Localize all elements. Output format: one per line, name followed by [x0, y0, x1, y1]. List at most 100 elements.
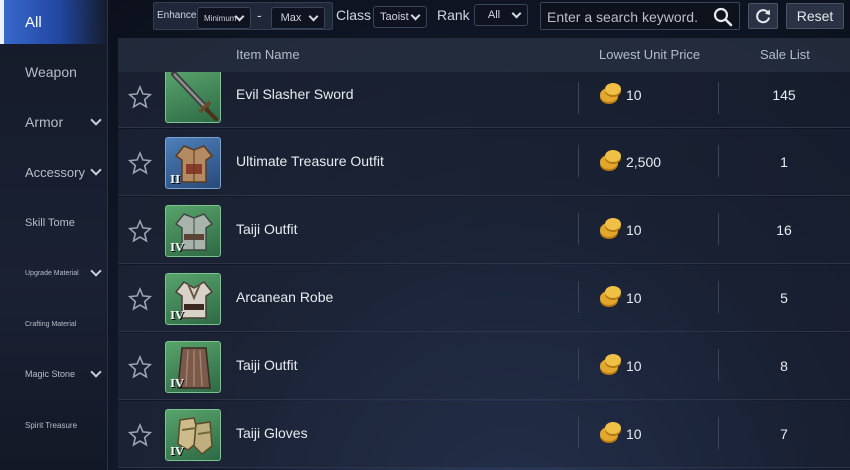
item-tier-badge: II: [170, 173, 181, 186]
chevron-down-icon: [308, 11, 319, 22]
item-name: Ultimate Treasure Outfit: [236, 153, 384, 169]
reset-button-label: Reset: [796, 8, 834, 24]
sidebar-item-label: Weapon: [25, 64, 77, 80]
gold-coin-icon: [600, 286, 621, 307]
item-name: Evil Slasher Sword: [236, 86, 354, 102]
favorite-star-icon[interactable]: [128, 151, 152, 175]
column-divider: [578, 82, 579, 114]
enhance-min-select[interactable]: Minimum: [197, 7, 251, 29]
favorite-star-icon[interactable]: [128, 219, 152, 243]
sidebar-item-label: Skill Tome: [25, 217, 75, 229]
column-divider: [578, 349, 579, 381]
column-divider: [578, 145, 579, 177]
item-name: Taiji Outfit: [236, 357, 298, 373]
gold-coin-icon: [600, 150, 621, 171]
item-tier-badge: IV: [170, 241, 184, 254]
class-value: Taoist: [380, 11, 409, 23]
sidebar-item-all[interactable]: All: [0, 0, 108, 44]
item-thumbnail[interactable]: IV: [165, 273, 221, 325]
column-header-item-name[interactable]: Item Name: [236, 47, 300, 62]
column-divider: [578, 281, 579, 313]
enhance-label: Enhance: [157, 10, 197, 21]
table-header: Item Name Lowest Unit Price Sale List: [118, 38, 850, 72]
column-header-lowest-price[interactable]: Lowest Unit Price: [599, 47, 700, 62]
table-row[interactable]: IV Taiji Gloves 10 7: [118, 401, 850, 468]
table-row[interactable]: IV Taiji Outfit 10 8: [118, 333, 850, 400]
column-divider: [578, 213, 579, 245]
chevron-down-icon: [90, 114, 102, 126]
gold-coin-icon: [600, 218, 621, 239]
table-row[interactable]: IV Arcanean Robe 10 5: [118, 265, 850, 332]
sidebar-item-skill-tome[interactable]: Skill Tome: [0, 208, 108, 238]
chevron-down-icon: [90, 366, 102, 378]
enhance-min-value: Minimum: [204, 13, 237, 23]
rank-label: Rank: [437, 7, 470, 23]
item-thumbnail[interactable]: II: [165, 137, 221, 189]
table-row[interactable]: IV Taiji Outfit 10 16: [118, 197, 850, 264]
rank-value: All: [487, 9, 501, 21]
table-row[interactable]: Evil Slasher Sword 10 145: [118, 72, 850, 128]
sidebar-item-upgrade-material[interactable]: Upgrade Material: [0, 258, 108, 288]
sale-list-count: 145: [772, 87, 796, 103]
lowest-unit-price: 10: [626, 87, 642, 103]
item-thumbnail[interactable]: IV: [165, 341, 221, 393]
item-tier-badge: IV: [170, 309, 184, 322]
favorite-star-icon[interactable]: [128, 355, 152, 379]
sidebar-item-crafting-material[interactable]: Crafting Material: [0, 309, 108, 339]
column-header-sale-list[interactable]: Sale List: [760, 47, 810, 62]
lowest-unit-price: 10: [626, 290, 642, 306]
class-label: Class: [336, 7, 372, 23]
item-thumbnail[interactable]: IV: [165, 409, 221, 461]
chevron-down-icon: [511, 8, 522, 19]
lowest-unit-price: 2,500: [626, 154, 662, 170]
sale-list-count: 1: [780, 154, 788, 170]
sidebar-item-magic-stone[interactable]: Magic Stone: [0, 359, 108, 389]
gold-coin-icon: [600, 83, 621, 104]
sale-list-count: 7: [780, 426, 788, 442]
enhance-max-value: Max: [280, 12, 302, 24]
sidebar-item-label: All: [25, 13, 42, 31]
search-icon[interactable]: [713, 7, 733, 27]
refresh-icon: [756, 9, 770, 24]
sidebar-item-label: Magic Stone: [25, 369, 76, 379]
filter-bar: Enhance Minimum - Max Class Taoist Rank …: [150, 0, 850, 34]
column-divider: [578, 417, 579, 449]
table-row[interactable]: II Ultimate Treasure Outfit 2,500 1: [118, 129, 850, 196]
rank-select[interactable]: All: [474, 4, 528, 26]
sidebar-item-label: Crafting Material: [25, 320, 77, 328]
item-name: Taiji Outfit: [236, 221, 298, 237]
gold-coin-icon: [600, 422, 621, 443]
refresh-button[interactable]: [748, 3, 778, 29]
enhance-filter-group: Enhance Minimum - Max: [153, 2, 333, 30]
enhance-range-dash: -: [257, 7, 262, 23]
sale-list-count: 5: [780, 290, 788, 306]
sale-list-count: 8: [780, 358, 788, 374]
sidebar-item-label: Spirit Treasure: [25, 420, 78, 430]
class-filter-group: Taoist: [371, 2, 429, 30]
item-thumbnail[interactable]: IV: [165, 205, 221, 257]
enhance-max-select[interactable]: Max: [271, 7, 325, 29]
search-box: [540, 2, 740, 30]
lowest-unit-price: 10: [626, 426, 642, 442]
chevron-down-icon: [410, 10, 421, 21]
search-input[interactable]: [547, 7, 707, 27]
sidebar-item-label: Armor: [25, 114, 64, 130]
item-tier-badge: IV: [170, 445, 184, 458]
reset-button[interactable]: Reset: [786, 3, 844, 29]
favorite-star-icon[interactable]: [128, 85, 152, 109]
class-select[interactable]: Taoist: [373, 6, 427, 28]
chevron-down-icon: [90, 265, 102, 277]
lowest-unit-price: 10: [626, 222, 642, 238]
sword-icon: [171, 72, 218, 121]
item-name: Arcanean Robe: [236, 289, 334, 305]
item-thumbnail[interactable]: [165, 72, 221, 123]
favorite-star-icon[interactable]: [128, 423, 152, 447]
sidebar-item-accessory[interactable]: Accessory: [0, 157, 108, 187]
listing-table: Item Name Lowest Unit Price Sale List Ev…: [118, 38, 850, 470]
category-sidebar: All Weapon Armor Accessory Skill Tome Up…: [0, 0, 108, 470]
sidebar-item-weapon[interactable]: Weapon: [0, 57, 108, 87]
sidebar-item-armor[interactable]: Armor: [0, 107, 108, 137]
favorite-star-icon[interactable]: [128, 287, 152, 311]
sidebar-item-spirit-treasure[interactable]: Spirit Treasure: [0, 410, 108, 440]
item-name: Taiji Gloves: [236, 425, 308, 441]
